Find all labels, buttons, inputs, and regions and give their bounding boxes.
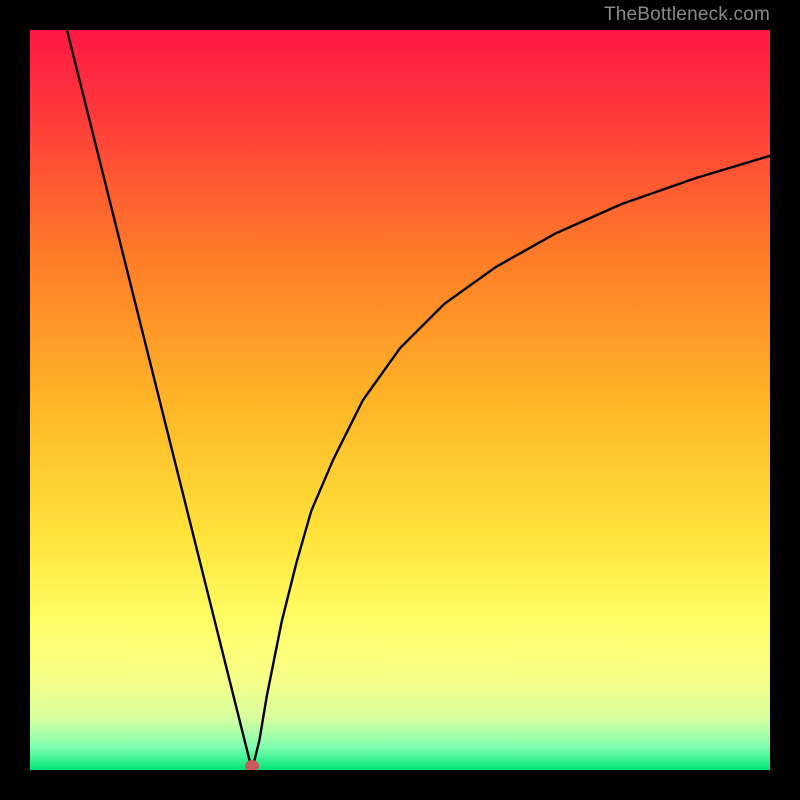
heatmap-background [30, 30, 770, 770]
plot-area [30, 30, 770, 770]
chart-svg [30, 30, 770, 770]
chart-frame: TheBottleneck.com [0, 0, 800, 800]
watermark-text: TheBottleneck.com [604, 4, 770, 26]
